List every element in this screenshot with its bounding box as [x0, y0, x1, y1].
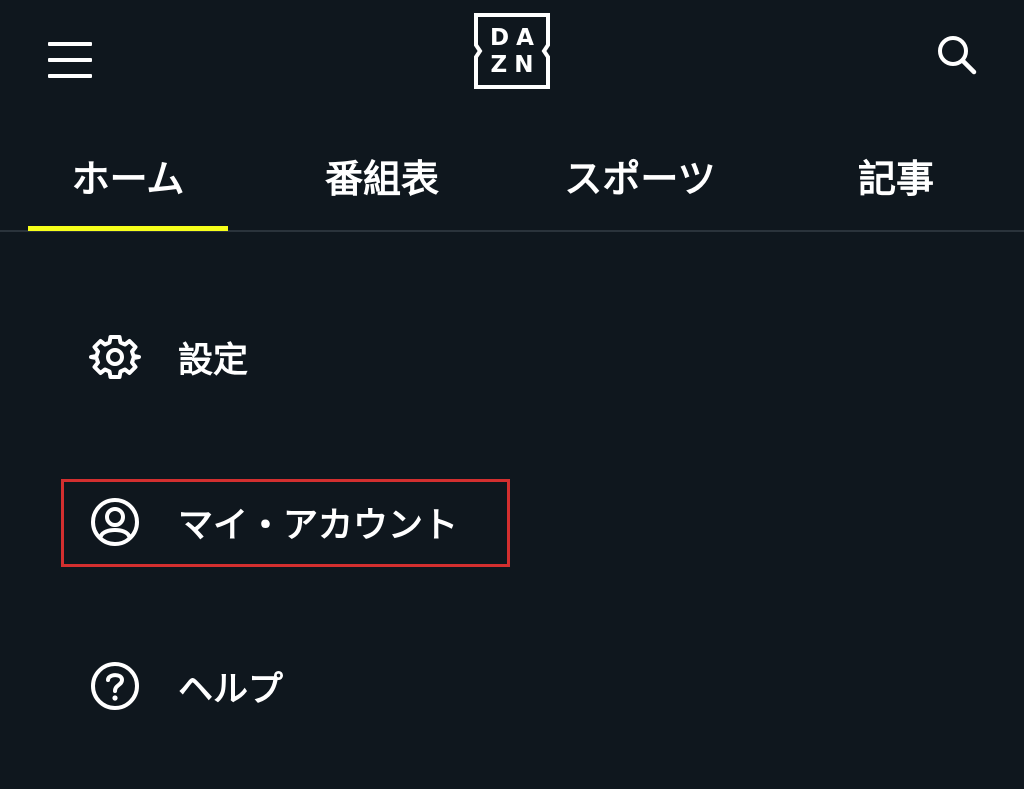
tab-home[interactable]: ホーム	[28, 120, 228, 230]
menu-item-label: マイ・アカウント	[178, 505, 459, 546]
menu-item-settings[interactable]: 設定	[86, 327, 248, 387]
active-tab-indicator	[28, 226, 228, 231]
help-circle-icon	[86, 657, 144, 715]
top-bar: DA ZN	[0, 0, 1024, 120]
gear-icon	[86, 328, 144, 386]
logo-text-bottom: ZN	[490, 52, 541, 78]
menu-item-label: 設定	[178, 340, 249, 381]
tab-bar: ホーム 番組表 スポーツ 記事	[0, 120, 1024, 232]
tab-sports[interactable]: スポーツ	[540, 120, 740, 230]
tab-schedule[interactable]: 番組表	[282, 120, 482, 230]
dazn-logo[interactable]: DA ZN	[473, 12, 551, 90]
tab-articles[interactable]: 記事	[796, 120, 996, 230]
menu-item-my-account[interactable]: マイ・アカウント	[86, 492, 458, 552]
menu-item-label: ヘルプ	[178, 669, 284, 710]
search-icon[interactable]	[932, 30, 980, 78]
logo-text-top: DA	[490, 25, 541, 51]
menu-item-help[interactable]: ヘルプ	[86, 656, 283, 716]
hamburger-menu-icon[interactable]	[44, 38, 96, 84]
user-circle-icon	[86, 493, 144, 551]
